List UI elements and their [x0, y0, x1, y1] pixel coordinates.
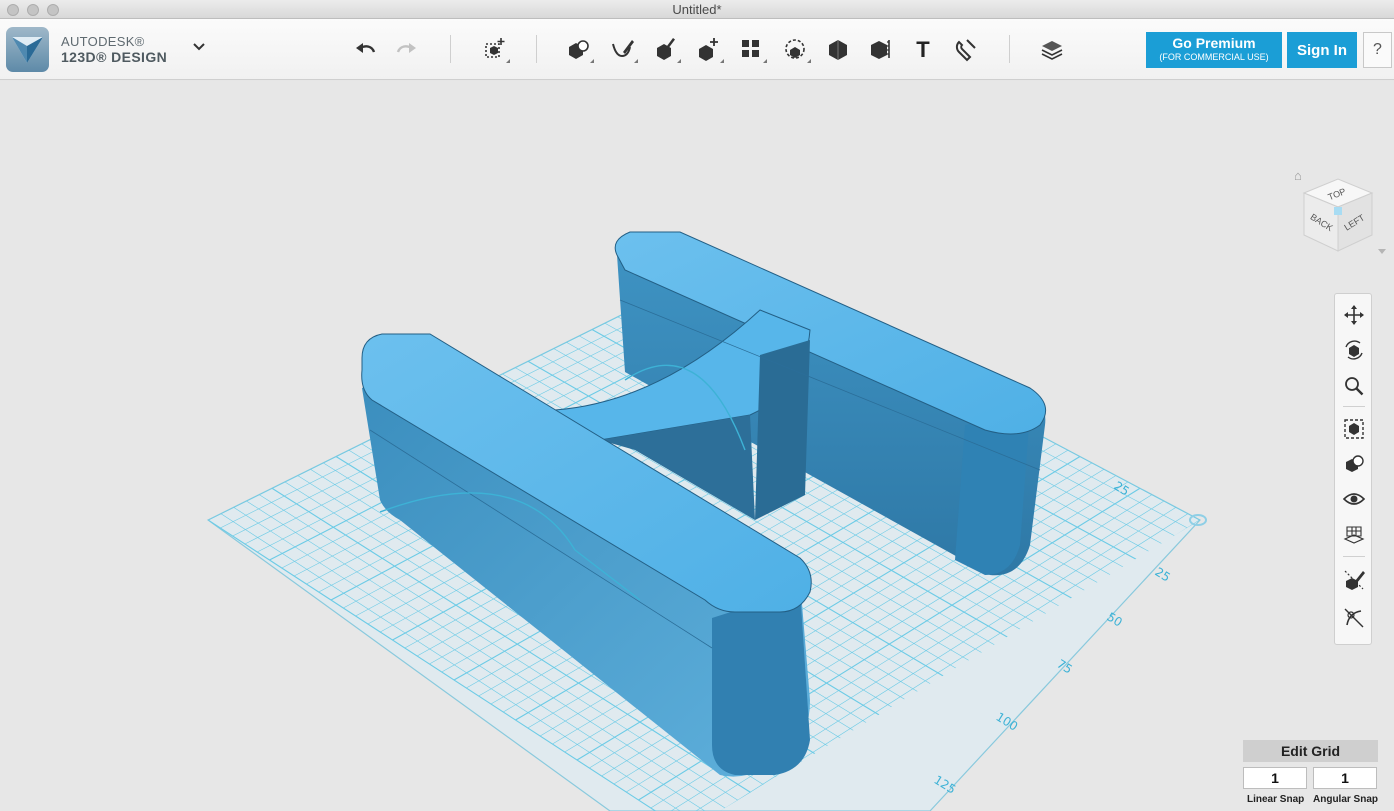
undo-button[interactable]: [348, 33, 382, 65]
orbit-icon: [1345, 340, 1363, 360]
sketch-button[interactable]: [605, 33, 639, 65]
material-button[interactable]: [1035, 33, 1069, 65]
sign-in-button[interactable]: Sign In: [1287, 32, 1357, 68]
help-button[interactable]: ?: [1363, 32, 1392, 68]
sketch-icon: [612, 40, 634, 58]
fit-view-button[interactable]: [1342, 417, 1366, 441]
svg-text:T: T: [916, 37, 930, 62]
materials-outlines-icon: [1346, 455, 1364, 472]
grid-view-icon: [1343, 526, 1365, 544]
measure-icon: [871, 40, 890, 59]
orbit-button[interactable]: [1342, 338, 1366, 362]
toolbar-separator: [536, 35, 537, 63]
toolbar-separator: [450, 35, 451, 63]
snap-button[interactable]: [949, 33, 983, 65]
combine-button[interactable]: [821, 33, 855, 65]
transform-button[interactable]: [477, 33, 511, 65]
3d-viewport[interactable]: 25 25 50 75 100 125 ⌂ TOP BACK LEFT: [0, 81, 1394, 811]
brand-product: 123D® DESIGN: [61, 49, 168, 65]
grid-view-button[interactable]: [1342, 522, 1366, 546]
undo-icon: [356, 43, 376, 53]
edit-grid-button[interactable]: Edit Grid: [1243, 740, 1378, 762]
linear-snap-label: Linear Snap: [1247, 794, 1305, 805]
hide-sketch-button[interactable]: [1342, 568, 1366, 592]
construct-button[interactable]: [648, 33, 682, 65]
hide-mesh-button[interactable]: [1342, 606, 1366, 630]
material-icon: [1041, 41, 1063, 60]
navigation-bar: [1334, 293, 1372, 645]
window-title: Untitled*: [672, 2, 722, 17]
modify-button[interactable]: [691, 33, 725, 65]
linear-snap-input[interactable]: 1: [1243, 767, 1307, 789]
visibility-icon: [1343, 493, 1365, 505]
pattern-button[interactable]: [734, 33, 768, 65]
main-toolbar: AUTODESK® 123D® DESIGN T Go Premium (FOR…: [0, 19, 1394, 80]
toolbar-separator: [1009, 35, 1010, 63]
primitives-icon: [569, 40, 589, 59]
zoom-icon: [1345, 377, 1364, 396]
angular-snap-input[interactable]: 1: [1313, 767, 1377, 789]
group-button[interactable]: [778, 33, 812, 65]
pan-icon: [1344, 305, 1364, 325]
app-logo: [6, 27, 49, 72]
text-button[interactable]: T: [906, 33, 940, 65]
modify-icon: [699, 38, 718, 61]
snap-icon: [955, 39, 976, 62]
zoom-button[interactable]: [1342, 374, 1366, 398]
pattern-icon: [742, 40, 759, 57]
app-menu-chevron-icon[interactable]: [192, 39, 206, 56]
3d-scene[interactable]: 25 25 50 75 100 125: [0, 81, 1394, 811]
go-premium-button[interactable]: Go Premium (FOR COMMERCIAL USE): [1146, 32, 1282, 68]
view-cube[interactable]: TOP BACK LEFT: [1290, 171, 1390, 266]
visibility-button[interactable]: [1342, 487, 1366, 511]
pan-button[interactable]: [1342, 303, 1366, 327]
hide-sketch-icon: [1344, 570, 1365, 590]
primitives-button[interactable]: [561, 33, 595, 65]
group-icon: [785, 39, 805, 59]
brand-autodesk: AUTODESK®: [61, 34, 145, 49]
fit-icon: [1344, 419, 1364, 439]
measure-button[interactable]: [863, 33, 897, 65]
redo-icon: [396, 43, 416, 53]
combine-icon: [829, 40, 847, 60]
angular-snap-label: Angular Snap: [1313, 794, 1379, 805]
text-icon: T: [916, 37, 930, 62]
materials-outlines-button[interactable]: [1342, 452, 1366, 476]
window-titlebar: Untitled*: [0, 0, 1394, 19]
transform-icon: [485, 38, 505, 58]
hide-mesh-icon: [1344, 608, 1364, 628]
redo-button[interactable]: [390, 33, 424, 65]
construct-icon: [657, 38, 675, 60]
